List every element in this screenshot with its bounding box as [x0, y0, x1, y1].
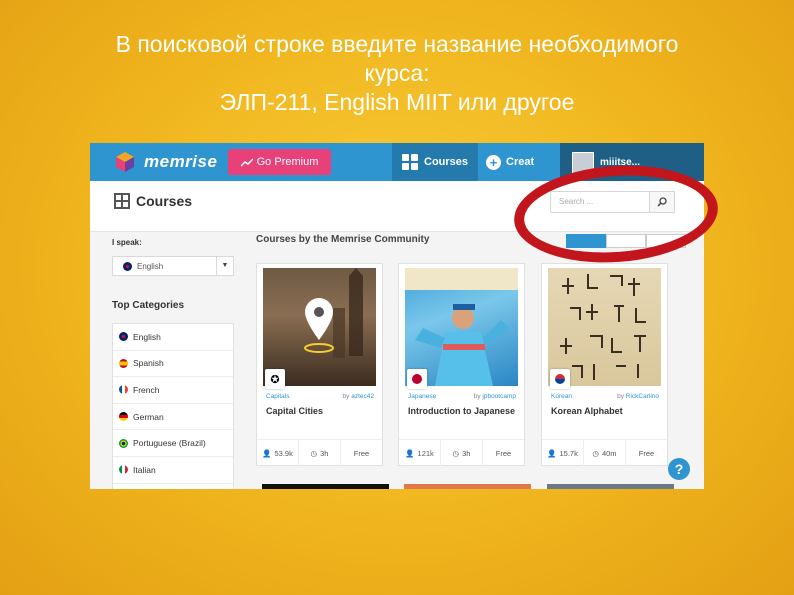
category-label: Italian [133, 464, 156, 475]
course-title[interactable]: Introduction to Japanese [408, 406, 518, 417]
category-label: Spanish [133, 358, 164, 369]
germany-flag-icon [119, 412, 128, 422]
slide-title-line-1: В поисковой строке введите название необ… [115, 31, 679, 57]
trend-icon [240, 157, 253, 167]
category-item-italian[interactable]: Italian [113, 457, 233, 484]
uk-flag-icon [119, 332, 128, 342]
grid-icon [402, 154, 418, 170]
clock-icon: ◷ [310, 448, 318, 458]
top-categories-label: Top Categories [112, 300, 185, 311]
time-value: 3h [320, 448, 329, 458]
slide-title-line-3: ЭЛП-211, English MIIT или другое [219, 89, 575, 115]
course-by-label: by [617, 393, 624, 400]
i-speak-label: I speak: [112, 238, 142, 247]
course-author: by aztec42 [343, 393, 374, 400]
star-icon: ✪ [265, 369, 285, 389]
nav-create[interactable]: + Creat [480, 143, 560, 181]
spain-flag-icon [119, 358, 128, 368]
memrise-logo-text[interactable]: memrise [144, 152, 217, 172]
course-stats: 👤 53.9k ◷ 3h Free [257, 439, 382, 466]
course-title[interactable]: Capital Cities [266, 406, 376, 417]
course-category[interactable]: Capitals [266, 393, 289, 400]
go-premium-button[interactable]: Go Premium [228, 149, 331, 175]
learners-count: 15.7k [559, 448, 578, 458]
uk-flag-icon [123, 261, 132, 271]
category-item-portuguese-brazil[interactable]: Portuguese (Brazil) [113, 430, 233, 457]
category-item-english[interactable]: English [113, 324, 233, 351]
time-value: 3h [462, 448, 471, 458]
time-stat: ◷ 3h [299, 440, 341, 466]
learners-stat: 👤 53.9k [257, 440, 299, 466]
page-title: Courses [136, 193, 193, 209]
slide-title: В поисковой строке введите название необ… [20, 30, 774, 117]
course-card-partial [262, 484, 389, 489]
language-select[interactable]: English ▼ [112, 256, 234, 276]
course-stats: 👤 15.7k ◷ 40m Free [542, 439, 667, 466]
language-select-value: English [137, 261, 164, 271]
community-section-title: Courses by the Memrise Community [256, 234, 430, 245]
nav-courses-label: Courses [424, 156, 469, 168]
category-label: Portuguese (Brazil) [133, 438, 206, 449]
course-card-partial [404, 484, 531, 489]
brazil-flag-icon [119, 438, 128, 448]
course-stats: 👤 121k ◷ 3h Free [399, 439, 524, 466]
course-category[interactable]: Japanese [408, 393, 436, 400]
course-card-partial [547, 484, 674, 489]
category-label: German [133, 411, 164, 422]
course-author: by jpbootcamp [474, 393, 516, 400]
course-card-korean-alphabet[interactable]: Korean by RickCarlino Korean Alphabet 👤 1… [541, 263, 668, 466]
people-icon: 👤 [405, 448, 415, 458]
learners-count: 121k [417, 448, 434, 458]
course-author: by RickCarlino [617, 393, 659, 400]
course-author-link[interactable]: aztec42 [351, 393, 374, 400]
learners-stat: 👤 121k [399, 440, 441, 466]
courses-grid-icon [114, 193, 130, 209]
france-flag-icon [119, 385, 128, 395]
learners-stat: 👤 15.7k [542, 440, 584, 466]
go-premium-label: Go Premium [256, 156, 319, 168]
nav-create-label: Creat [506, 156, 535, 168]
help-button[interactable]: ? [668, 458, 690, 480]
category-item-spanish[interactable]: Spanish [113, 351, 233, 378]
course-by-label: by [473, 393, 481, 400]
nav-courses[interactable]: Courses [392, 143, 478, 181]
korea-flag-icon [550, 369, 570, 389]
course-card-capital-cities[interactable]: ✪ Capitals by aztec42 Capital Cities 👤 53… [256, 263, 383, 466]
course-card-introduction-to-japanese[interactable]: Japanese by jpbootcamp Introduction to J… [398, 263, 525, 466]
category-label: French [133, 384, 160, 395]
category-item-german[interactable]: German [113, 404, 233, 431]
course-category[interactable]: Korean [551, 393, 572, 400]
japan-flag-icon [407, 369, 427, 389]
clock-icon: ◷ [452, 448, 460, 458]
time-stat: ◷ 3h [441, 440, 483, 466]
memrise-logo-icon [116, 152, 134, 172]
category-list: English Spanish French German Portuguese… [112, 323, 234, 489]
category-label: English [133, 331, 161, 342]
learners-count: 53.9k [274, 448, 293, 458]
time-value: 40m [601, 448, 617, 458]
course-title[interactable]: Korean Alphabet [551, 406, 661, 417]
course-by-label: by [342, 393, 350, 400]
course-author-link[interactable]: jpbootcamp [482, 393, 516, 400]
plus-icon: + [486, 154, 501, 170]
price-stat: Free [353, 448, 370, 458]
category-item-french[interactable]: French [113, 377, 233, 404]
time-stat: ◷ 40m [584, 440, 626, 466]
price-stat: Free [638, 448, 655, 458]
people-icon: 👤 [262, 448, 272, 458]
clock-icon: ◷ [592, 448, 599, 458]
italy-flag-icon [119, 465, 128, 475]
price-stat: Free [495, 448, 512, 458]
course-author-link[interactable]: RickCarlino [626, 393, 659, 400]
slide-title-line-2: курса: [364, 60, 430, 86]
chevron-down-icon: ▼ [216, 257, 233, 275]
people-icon: 👤 [547, 448, 557, 458]
